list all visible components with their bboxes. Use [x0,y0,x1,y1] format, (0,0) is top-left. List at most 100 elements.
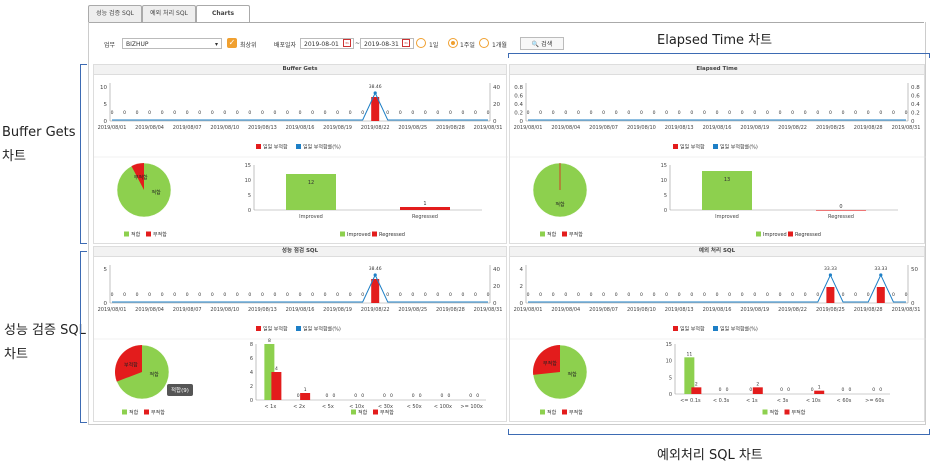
bracket-perf [80,251,87,423]
daily-value-label: 0 [577,292,580,298]
rate-value-label: 33.33 [824,266,837,272]
daily-value-label: 0 [248,292,251,298]
period-radio-1month[interactable] [479,38,489,48]
rate-point [828,273,832,277]
legend-label: 부적합 [569,231,583,238]
daily-value-label: 0 [273,292,276,298]
annotation-perf-line2: 차트 [4,347,28,362]
y-tick-label: 5 [104,267,108,273]
daily-value-label: 0 [386,292,389,298]
bar-category-label: < 0.3s [713,398,730,404]
latest-checkbox[interactable]: ✓ [227,38,237,48]
legend-label: 적합 [770,409,780,416]
calendar-icon[interactable]: 31 [343,39,351,47]
daily-value-label: 0 [854,292,857,298]
daily-value-label: 0 [136,110,139,116]
legend-swatch-blue [296,144,301,149]
legend-label: 부적합 [569,409,583,416]
daily-value-label: 0 [336,292,339,298]
daily-value-label: 0 [223,292,226,298]
daily-value-label: 0 [311,292,314,298]
bar-category-label: < 100x [434,404,452,410]
bar-value-label: 0 [476,393,479,399]
x-tick-label: 2019/08/04 [551,125,580,131]
period-radio-1day[interactable] [416,38,426,48]
calendar-icon[interactable]: 31 [402,39,410,47]
bar-red [300,393,311,400]
daily-value-label: 0 [590,292,593,298]
tab-perf-sql[interactable]: 성능 검증 SQL [88,5,142,22]
y-tick-label: 2 [520,284,524,290]
bar-category-label: Regressed [412,214,438,220]
daily-value-label: 0 [816,292,819,298]
x-tick-label: 2019/08/13 [665,307,694,313]
legend-swatch-green [124,231,129,237]
buffer-gets-chart: 0510020400 0 0 0 0 0 0 0 0 0 0 0 0 0 0 0 0 0 0 0 0 0 0 0 0 0 0 0 0 03… [94,83,508,238]
legend-label: 적합 [129,409,139,416]
tab-charts[interactable]: Charts [196,5,250,23]
daily-value-label: 0 [248,110,251,116]
daily-value-label: 0 [892,110,895,116]
daily-value-label: 0 [487,292,490,298]
elapsed-time-chart: 00.20.40.60.800.20.40.60.80 0 0 0 0 0 0 0 0 0 0 0 0 0… [510,83,926,238]
rate-value-label: 38.46 [369,266,382,272]
legend-swatch-green [340,231,345,237]
bar-y-tick-label: 0 [664,208,667,214]
legend-label: 일일 부적합 [680,144,705,151]
pie-label-fail: 부적합 [134,174,148,181]
daily-value-label: 0 [602,110,605,116]
legend-swatch-red [562,409,567,415]
daily-value-label: 0 [173,292,176,298]
x-tick-label: 2019/08/10 [627,307,656,313]
rate-point [373,91,377,95]
x-tick-label: 2019/08/16 [703,307,732,313]
rate-value-label: 33.33 [874,266,887,272]
legend-swatch-red [146,231,151,237]
daily-value-label: 0 [602,292,605,298]
daily-value-label: 0 [198,110,201,116]
bar-value-label: 0 [839,204,842,210]
daily-value-label: 0 [665,110,668,116]
y2-tick-label: 20 [493,284,500,290]
daily-value-label: 0 [728,110,731,116]
search-button[interactable]: 🔍 검색 [520,37,564,50]
daily-value-label: 0 [766,110,769,116]
pie-slice-fail [533,345,560,375]
legend-swatch-red [788,231,793,237]
daily-value-label: 0 [474,110,477,116]
daily-value-label: 0 [311,110,314,116]
x-tick-label: 2019/08/25 [398,125,427,131]
bar-value-label: 0 [848,387,851,393]
daily-value-label: 0 [716,110,719,116]
daily-value-label: 0 [324,110,327,116]
legend-swatch-red [562,231,567,237]
bar-y-tick-label: 5 [664,193,667,199]
tab-exception-sql[interactable]: 예외 처리 SQL [142,5,196,22]
daily-value-label: 0 [816,110,819,116]
legend-label: 적합 [131,231,141,238]
daily-value-label: 0 [590,110,593,116]
deploy-date-label: 배포일자 [274,42,297,49]
legend-swatch-green [540,409,545,415]
work-select[interactable]: BIZHUP ▾ [122,38,222,49]
panel-perf-check-sql: 성능 점검 SQL 0 5 0 20 40 0 0 0 0 0 0 0 0 0 0 0 0 0 0 0 0 0 0 0 0 0 0 0… [93,246,508,422]
x-tick-label: 2019/08/04 [135,307,164,313]
bar-value-label: 0 [325,393,328,399]
x-tick-label: 2019/08/31 [474,307,503,313]
y2-tick-label: 0.8 [911,85,920,91]
daily-value-label: 0 [461,110,464,116]
bar [816,210,866,211]
daily-value-label: 0 [261,110,264,116]
bar-value-label: 0 [726,387,729,393]
daily-value-label: 0 [386,110,389,116]
perf-check-sql-chart: 05020400 0 0 0 0 0 0 0 0 0 0 0 0 0 0 0 0 0 0 0 0 0 0 0 0 0 0 0 0 038.… [94,265,508,416]
daily-value-label: 0 [336,110,339,116]
daily-value-label: 0 [615,110,618,116]
daily-value-label: 0 [186,110,189,116]
daily-value-label: 0 [161,292,164,298]
x-tick-label: 2019/08/28 [436,307,465,313]
y-tick-label: 0.2 [514,111,523,117]
period-radio-1week[interactable] [448,38,458,48]
daily-value-label: 0 [716,292,719,298]
search-icon: 🔍 [531,41,540,48]
